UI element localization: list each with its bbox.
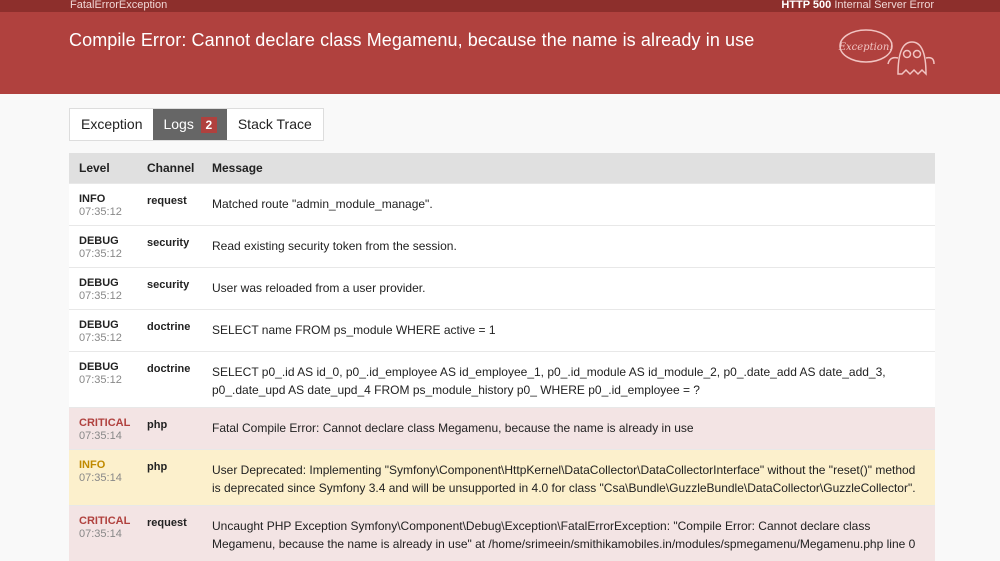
log-message: Matched route "admin_module_manage". xyxy=(209,184,935,226)
log-time: 07:35:12 xyxy=(79,289,143,303)
exception-ghost-icon: Exception! xyxy=(836,24,936,80)
tab-stack-trace[interactable]: Stack Trace xyxy=(227,109,323,140)
log-time: 07:35:14 xyxy=(79,471,143,485)
tab-label: Logs xyxy=(163,116,193,132)
table-row-critical: CRITICAL07:35:14 php Fatal Compile Error… xyxy=(69,408,935,450)
table-header-row: Level Channel Message xyxy=(69,153,935,184)
page-title: Compile Error: Cannot declare class Mega… xyxy=(69,30,754,51)
level-cell: DEBUG07:35:12 xyxy=(69,268,143,310)
level-cell: DEBUG07:35:12 xyxy=(69,352,143,408)
log-level: CRITICAL xyxy=(79,515,143,527)
http-status: HTTP 500 Internal Server Error xyxy=(781,0,934,11)
log-level: DEBUG xyxy=(79,361,143,373)
log-message: User was reloaded from a user provider. xyxy=(209,268,935,310)
level-cell: CRITICAL07:35:14 xyxy=(69,506,143,561)
logs-table: Level Channel Message INFO07:35:12 reque… xyxy=(69,153,935,561)
log-channel: php xyxy=(143,450,209,506)
mascot-text: Exception! xyxy=(838,42,894,53)
tab-label: Exception xyxy=(81,116,142,132)
http-status-text: Internal Server Error xyxy=(834,0,934,11)
log-message: Read existing security token from the se… xyxy=(209,226,935,268)
log-time: 07:35:12 xyxy=(79,247,143,261)
column-header-message: Message xyxy=(209,153,935,184)
log-level: CRITICAL xyxy=(79,417,143,429)
header-top-bar: FatalErrorException HTTP 500 Internal Se… xyxy=(0,0,1000,12)
log-level: DEBUG xyxy=(79,235,143,247)
log-channel: request xyxy=(143,184,209,226)
exception-header: FatalErrorException HTTP 500 Internal Se… xyxy=(0,0,1000,94)
log-time: 07:35:12 xyxy=(79,205,143,219)
log-message: Fatal Compile Error: Cannot declare clas… xyxy=(209,408,935,450)
column-header-channel: Channel xyxy=(143,153,209,184)
logs-count-badge: 2 xyxy=(201,117,217,133)
logs-table-container: Level Channel Message INFO07:35:12 reque… xyxy=(69,153,935,561)
tab-exception[interactable]: Exception xyxy=(70,109,153,140)
log-time: 07:35:12 xyxy=(79,331,143,345)
tab-logs[interactable]: Logs 2 xyxy=(153,109,226,140)
column-header-level: Level xyxy=(69,153,143,184)
table-row: DEBUG07:35:12 doctrine SELECT p0_.id AS … xyxy=(69,352,935,408)
log-level: DEBUG xyxy=(79,319,143,331)
log-message: SELECT p0_.id AS id_0, p0_.id_employee A… xyxy=(209,352,935,408)
table-row: DEBUG07:35:12 doctrine SELECT name FROM … xyxy=(69,310,935,352)
level-cell: DEBUG07:35:12 xyxy=(69,226,143,268)
table-row: DEBUG07:35:12 security User was reloaded… xyxy=(69,268,935,310)
log-time: 07:35:14 xyxy=(79,429,143,443)
log-channel: request xyxy=(143,506,209,561)
log-channel: security xyxy=(143,268,209,310)
http-status-code: HTTP 500 xyxy=(781,0,831,11)
table-row-critical: CRITICAL07:35:14 request Uncaught PHP Ex… xyxy=(69,506,935,561)
table-row: DEBUG07:35:12 security Read existing sec… xyxy=(69,226,935,268)
log-message: SELECT name FROM ps_module WHERE active … xyxy=(209,310,935,352)
level-cell: CRITICAL07:35:14 xyxy=(69,408,143,450)
log-message: User Deprecated: Implementing "Symfony\C… xyxy=(209,450,935,506)
log-channel: php xyxy=(143,408,209,450)
log-channel: security xyxy=(143,226,209,268)
log-time: 07:35:14 xyxy=(79,527,143,541)
exception-class: FatalErrorException xyxy=(70,0,167,11)
log-time: 07:35:12 xyxy=(79,373,143,387)
log-level: DEBUG xyxy=(79,277,143,289)
table-row: INFO07:35:12 request Matched route "admi… xyxy=(69,184,935,226)
level-cell: DEBUG07:35:12 xyxy=(69,310,143,352)
level-cell: INFO07:35:14 xyxy=(69,450,143,506)
tab-label: Stack Trace xyxy=(238,116,312,132)
log-message: Uncaught PHP Exception Symfony\Component… xyxy=(209,506,935,561)
log-channel: doctrine xyxy=(143,310,209,352)
tab-bar: Exception Logs 2 Stack Trace xyxy=(69,108,324,141)
log-level: INFO xyxy=(79,459,143,471)
level-cell: INFO07:35:12 xyxy=(69,184,143,226)
log-channel: doctrine xyxy=(143,352,209,408)
table-row-warning: INFO07:35:14 php User Deprecated: Implem… xyxy=(69,450,935,506)
log-level: INFO xyxy=(79,193,143,205)
